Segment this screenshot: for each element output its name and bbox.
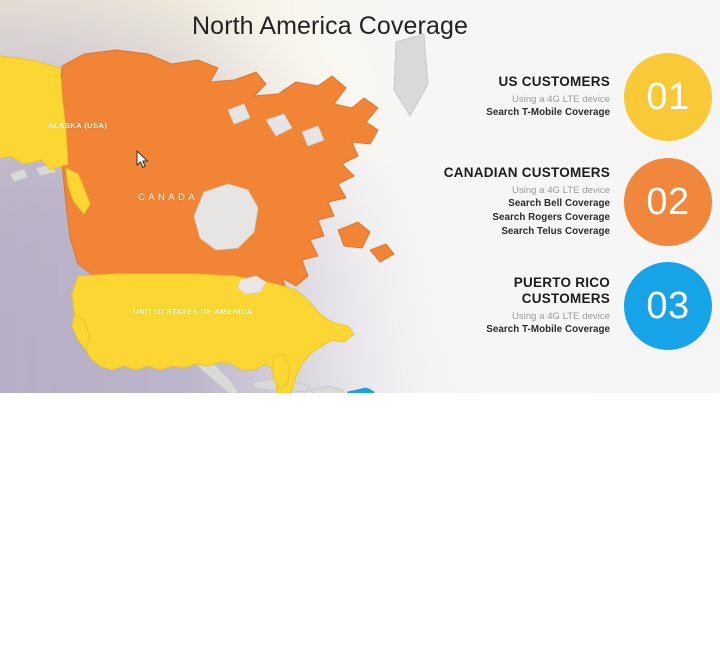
coverage-section-canada-item-2[interactable]: Search Rogers Coverage — [444, 211, 610, 225]
coverage-section-puerto-rico-heading: PUERTO RICO CUSTOMERS — [486, 275, 610, 307]
coverage-section-us-item-1[interactable]: Search T-Mobile Coverage — [486, 106, 610, 120]
coverage-slide: ALASKA (USA) CANADA UNITED STATES OF AME… — [0, 0, 720, 393]
coverage-section-canada-text: CANADIAN CUSTOMERS Using a 4G LTE device… — [444, 165, 624, 239]
coverage-section-us-subtitle: Using a 4G LTE device — [511, 93, 610, 105]
north-america-map[interactable]: ALASKA (USA) CANADA UNITED STATES OF AME… — [0, 24, 429, 393]
coverage-section-canada-item-3[interactable]: Search Telus Coverage — [444, 225, 610, 239]
coverage-section-canada-item-1[interactable]: Search Bell Coverage — [444, 197, 610, 211]
coverage-section-us[interactable]: US CUSTOMERS Using a 4G LTE device Searc… — [420, 44, 720, 150]
coverage-section-puerto-rico-heading-line-1: PUERTO RICO — [513, 274, 610, 290]
coverage-section-us-heading: US CUSTOMERS — [498, 73, 610, 89]
coverage-section-us-text: US CUSTOMERS Using a 4G LTE device Searc… — [486, 74, 624, 120]
coverage-section-puerto-rico-item-1[interactable]: Search T-Mobile Coverage — [486, 323, 610, 337]
coverage-section-puerto-rico-subtitle: Using a 4G LTE device — [511, 310, 610, 322]
coverage-section-puerto-rico-text: PUERTO RICO CUSTOMERS Using a 4G LTE dev… — [486, 275, 624, 337]
page-title: North America Coverage — [192, 12, 468, 40]
coverage-section-canada-subtitle: Using a 4G LTE device — [511, 184, 610, 196]
coverage-section-puerto-rico-heading-line-2: CUSTOMERS — [521, 290, 610, 306]
mouse-cursor-icon — [136, 150, 149, 168]
coverage-section-puerto-rico[interactable]: PUERTO RICO CUSTOMERS Using a 4G LTE dev… — [420, 254, 720, 358]
coverage-badge-03: 03 — [624, 262, 712, 350]
page-whitespace — [0, 393, 720, 670]
coverage-badge-02: 02 — [624, 158, 712, 246]
coverage-section-canada[interactable]: CANADIAN CUSTOMERS Using a 4G LTE device… — [420, 150, 720, 254]
coverage-badge-01: 01 — [624, 53, 712, 141]
coverage-section-canada-heading: CANADIAN CUSTOMERS — [443, 164, 610, 180]
coverage-panel: US CUSTOMERS Using a 4G LTE device Searc… — [420, 44, 720, 358]
